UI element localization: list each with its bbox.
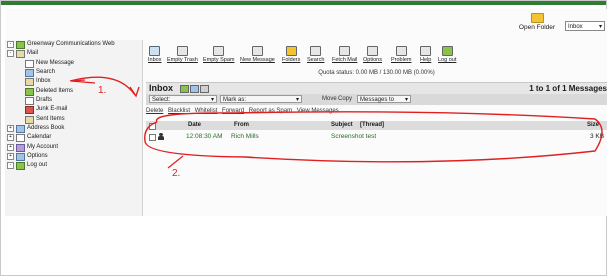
annotation-arrow-2 bbox=[167, 155, 184, 169]
annotation-circle bbox=[144, 111, 603, 163]
annotation-overlay bbox=[69, 76, 603, 169]
annotation-label-1: 1. bbox=[98, 85, 107, 96]
arrowhead-1 bbox=[129, 86, 140, 98]
annotation-arrow-tail bbox=[70, 79, 96, 84]
webmail-window: Open Folder Inbox ▾ - Greenway Communica… bbox=[5, 9, 607, 216]
annotation-label-2: 2. bbox=[172, 168, 181, 179]
